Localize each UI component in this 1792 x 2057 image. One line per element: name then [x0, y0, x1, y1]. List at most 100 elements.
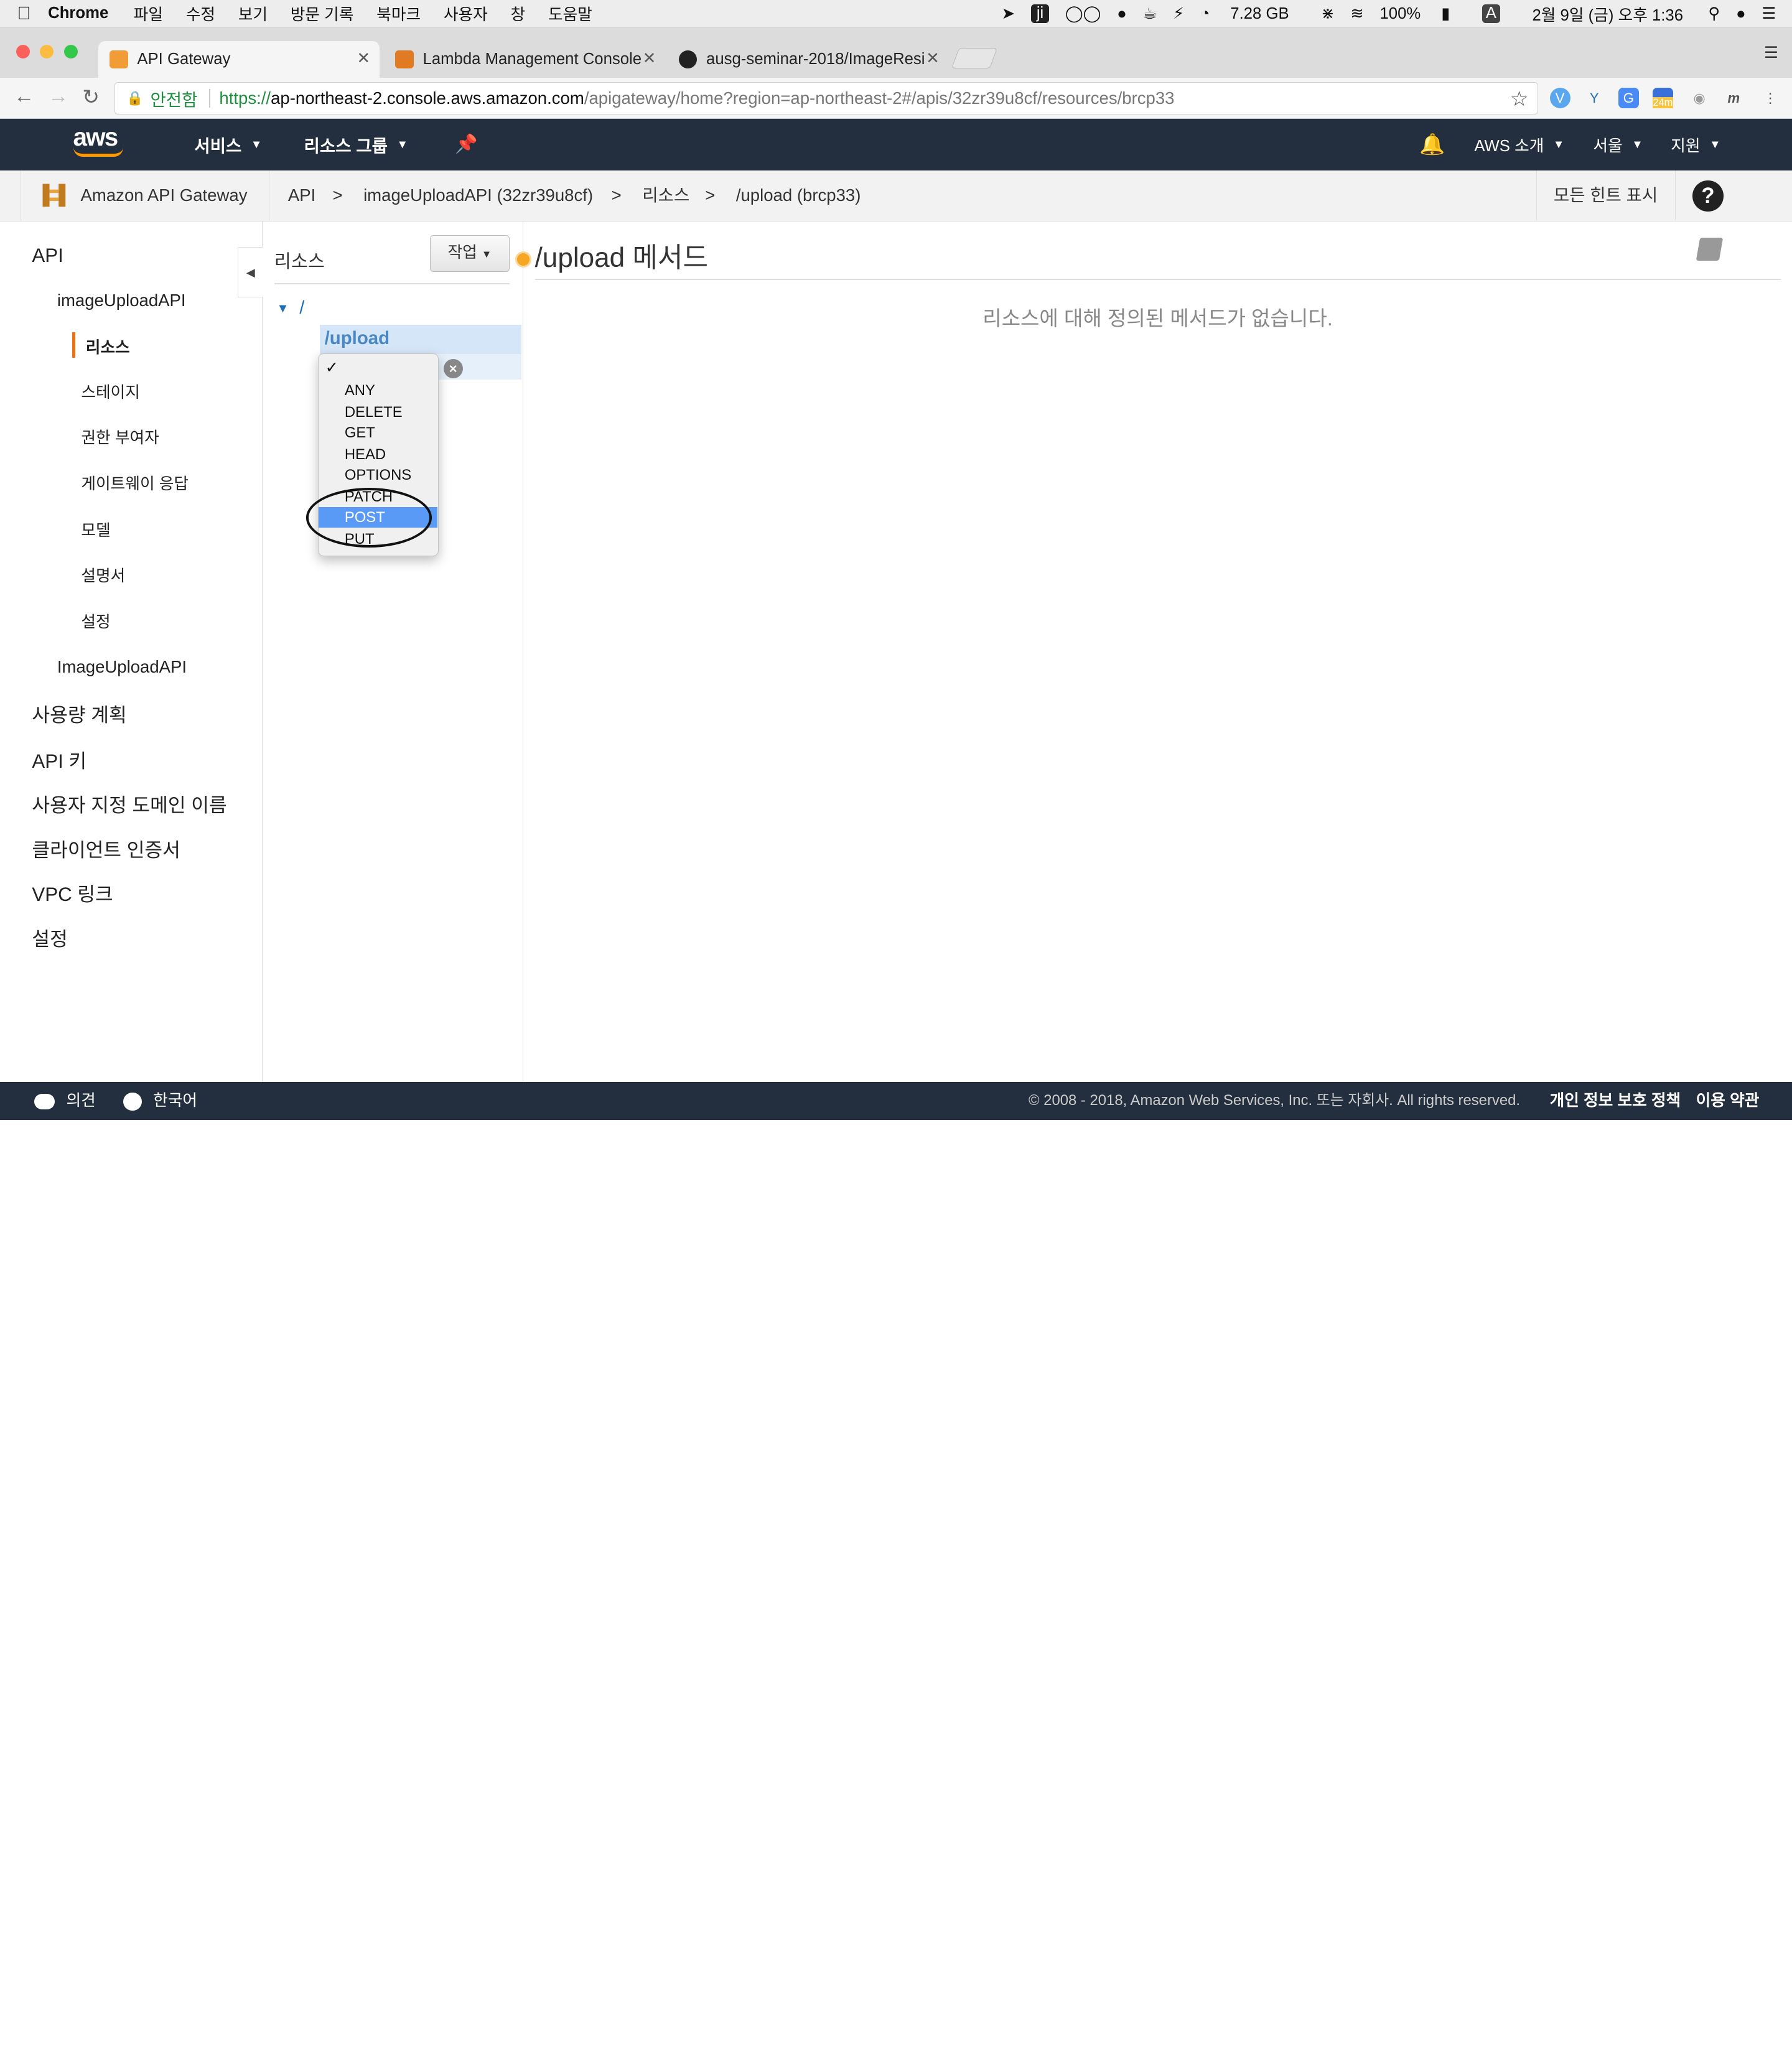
resource-groups-menu[interactable]: 리소스 그룹 ▼	[304, 119, 408, 170]
method-option-head[interactable]: HEAD	[319, 444, 437, 465]
resource-upload[interactable]: /upload	[325, 328, 390, 349]
terms-of-use-link[interactable]: 이용 약관	[1696, 1082, 1760, 1120]
breadcrumb-api[interactable]: API	[288, 170, 315, 221]
address-bar[interactable]: 🔒 안전함 https:// ap-northeast-2.console.aw…	[114, 82, 1539, 114]
actions-button[interactable]: 작업 ▼	[429, 235, 510, 273]
privacy-policy-link[interactable]: 개인 정보 보호 정책	[1550, 1082, 1681, 1120]
tab-title: ausg-seminar-2018/ImageResi	[706, 50, 925, 68]
region-menu[interactable]: 서울 ▼	[1593, 119, 1643, 170]
tab-github[interactable]: ausg-seminar-2018/ImageResi ✕	[668, 41, 949, 78]
breadcrumb-resources[interactable]: 리소스	[642, 170, 689, 221]
sidebar-item-stages[interactable]: 스테이지	[81, 380, 140, 403]
cancel-method-icon[interactable]: ×	[443, 358, 463, 378]
breadcrumb-api-name[interactable]: imageUploadAPI (32zr39u8cf)	[363, 170, 593, 221]
api-gateway-icon	[42, 184, 66, 207]
location-icon[interactable]: ➤	[1002, 4, 1015, 23]
sidebar-item-authorizers[interactable]: 권한 부여자	[81, 425, 159, 448]
forward-icon[interactable]: →	[48, 85, 68, 108]
extension-m-icon[interactable]: m	[1724, 88, 1744, 108]
divider	[534, 279, 1781, 280]
expand-triangle-icon[interactable]: ▼	[276, 302, 289, 316]
back-icon[interactable]: ←	[14, 85, 34, 108]
translate-icon[interactable]: G	[1618, 88, 1639, 109]
chat-icon[interactable]: ●	[1117, 5, 1127, 23]
menu-file[interactable]: 파일	[134, 2, 163, 25]
menu-app-name[interactable]: Chrome	[48, 4, 108, 22]
menu-history[interactable]: 방문 기록	[291, 2, 354, 25]
memory-status[interactable]: ◔ 7.28 GB	[1200, 5, 1305, 23]
sidebar-item-vpc-links[interactable]: VPC 링크	[32, 879, 113, 907]
input-method-icon[interactable]: A	[1482, 4, 1501, 23]
apple-icon[interactable]: 	[0, 3, 48, 24]
collapse-sidebar-icon[interactable]: ◀	[238, 246, 263, 297]
method-option-any[interactable]: ANY	[319, 380, 437, 401]
aws-logo[interactable]: aws	[73, 124, 131, 163]
clock[interactable]: 2월 9일 (금) 오후 1:36	[1532, 2, 1683, 26]
wifi-icon[interactable]: ≋	[1350, 4, 1364, 23]
glasses-icon[interactable]: ◯◯	[1065, 4, 1101, 23]
new-tab-button[interactable]	[951, 48, 998, 69]
close-window-icon[interactable]	[16, 44, 30, 58]
sidebar-item-models[interactable]: 모델	[81, 518, 110, 541]
sidebar-item-api[interactable]: API	[32, 245, 63, 267]
bell-icon[interactable]: 🔔	[1419, 119, 1445, 170]
documentation-book-icon[interactable]	[1696, 238, 1724, 261]
service-home-link[interactable]: Amazon API Gateway	[21, 170, 270, 221]
siri-icon[interactable]: ●	[1736, 5, 1746, 23]
sidebar-item-custom-domains[interactable]: 사용자 지정 도메인 이름	[32, 790, 226, 818]
sidebar-item-usage-plans[interactable]: 사용량 계획	[32, 699, 126, 727]
browser-toolbar: ← → ↻ 🔒 안전함 https:// ap-northeast-2.cons…	[0, 77, 1792, 119]
help-icon[interactable]: ?	[1692, 180, 1724, 212]
ji-icon[interactable]: ji	[1030, 4, 1050, 23]
sidebar-item-resources[interactable]: 리소스	[86, 335, 130, 358]
chrome-menu-icon[interactable]: ⋮	[1760, 88, 1781, 108]
menu-people[interactable]: 사용자	[444, 2, 488, 25]
menu-help[interactable]: 도움말	[548, 2, 592, 25]
extension-y-icon[interactable]: Y	[1584, 88, 1605, 108]
profile-menu-icon[interactable]: ☰	[1764, 44, 1778, 62]
account-menu[interactable]: AWS 소개 ▼	[1474, 119, 1564, 170]
menu-edit[interactable]: 수정	[186, 2, 215, 25]
chevron-down-icon: ▼	[1631, 138, 1643, 151]
method-option-delete[interactable]: DELETE	[319, 402, 437, 422]
sidebar-item-client-certificates[interactable]: 클라이언트 인증서	[32, 834, 180, 862]
method-option-get[interactable]: GET	[319, 422, 437, 443]
support-menu[interactable]: 지원 ▼	[1671, 119, 1720, 170]
minimize-window-icon[interactable]	[40, 44, 54, 58]
menu-bookmarks[interactable]: 북마크	[376, 2, 421, 25]
sidebar-item-api-settings[interactable]: 설정	[81, 609, 110, 632]
notification-center-icon[interactable]: ☰	[1762, 4, 1776, 23]
sidebar-item-api-keys[interactable]: API 키	[32, 745, 86, 773]
menu-window[interactable]: 창	[511, 2, 526, 25]
extension-v-icon[interactable]: V	[1549, 88, 1570, 109]
sidebar-item-api-name[interactable]: imageUploadAPI	[57, 291, 186, 310]
sidebar-item-documentation[interactable]: 설명서	[81, 563, 125, 586]
maximize-window-icon[interactable]	[63, 44, 78, 58]
bluetooth-icon[interactable]: ⋇	[1321, 4, 1335, 23]
camera-icon[interactable]: ◉	[1689, 88, 1710, 108]
resource-root[interactable]: /	[299, 297, 304, 319]
tab-lambda[interactable]: Lambda Management Console ✕	[384, 41, 665, 78]
method-option-options[interactable]: OPTIONS	[319, 465, 437, 485]
close-tab-icon[interactable]: ✕	[357, 49, 371, 68]
menu-view[interactable]: 보기	[238, 2, 268, 25]
sidebar-item-settings[interactable]: 설정	[32, 923, 67, 951]
coffee-icon[interactable]: ☕	[1142, 4, 1157, 23]
close-tab-icon[interactable]: ✕	[643, 49, 656, 68]
feedback-link[interactable]: 의견	[34, 1082, 96, 1120]
show-all-hints-button[interactable]: 모든 힌트 표시	[1536, 170, 1676, 221]
language-label: 한국어	[153, 1092, 198, 1110]
close-tab-icon[interactable]: ✕	[926, 49, 940, 68]
spotlight-icon[interactable]: ⚲	[1708, 4, 1720, 23]
sidebar-item-api-name-2[interactable]: ImageUploadAPI	[57, 657, 187, 677]
bolt-icon[interactable]: ⚡	[1173, 4, 1184, 23]
pin-icon[interactable]: 📌	[455, 119, 478, 170]
battery-status[interactable]: 100% ▮	[1380, 4, 1466, 23]
services-menu[interactable]: 서비스 ▼	[194, 119, 262, 170]
bookmark-star-icon[interactable]: ☆	[1510, 86, 1529, 111]
reload-icon[interactable]: ↻	[82, 85, 100, 110]
calendar-extension-icon[interactable]: 24m	[1652, 88, 1673, 109]
sidebar-item-gateway-responses[interactable]: 게이트웨이 응답	[81, 471, 189, 494]
tab-api-gateway[interactable]: API Gateway ✕	[98, 41, 380, 78]
language-selector[interactable]: 한국어	[123, 1082, 197, 1120]
